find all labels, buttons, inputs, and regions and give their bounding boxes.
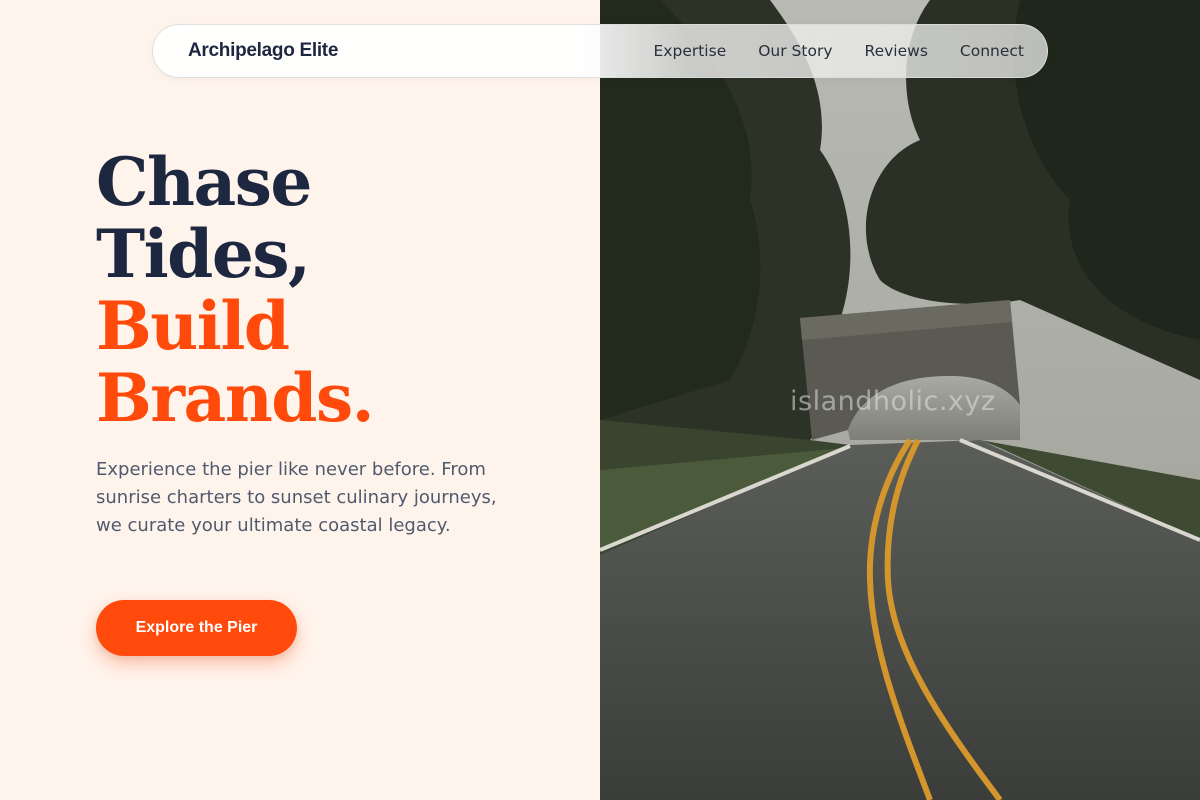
hero-description: Experience the pier like never before. F… — [96, 459, 497, 536]
hero-heading-line-1: Chase — [96, 143, 312, 221]
hero-heading-line-2: Tides, — [96, 215, 311, 293]
hero-photo — [600, 0, 1200, 800]
nav-links: Expertise Our Story Reviews Connect — [654, 42, 1024, 60]
hero-heading: Chase Tides, Build Brands. — [96, 143, 375, 437]
hero-heading-line-4: Brands. — [96, 359, 375, 437]
hero-heading-line-3: Build — [96, 287, 290, 365]
top-navbar: Archipelago Elite Expertise Our Story Re… — [152, 24, 1048, 78]
nav-link-connect[interactable]: Connect — [960, 42, 1024, 60]
nav-link-our-story[interactable]: Our Story — [758, 42, 832, 60]
brand-logo-text[interactable]: Archipelago Elite — [188, 40, 338, 62]
road-bridge-illustration — [600, 0, 1200, 800]
nav-link-expertise[interactable]: Expertise — [654, 42, 727, 60]
nav-link-reviews[interactable]: Reviews — [865, 42, 928, 60]
explore-pier-button[interactable]: Explore the Pier — [96, 600, 297, 656]
